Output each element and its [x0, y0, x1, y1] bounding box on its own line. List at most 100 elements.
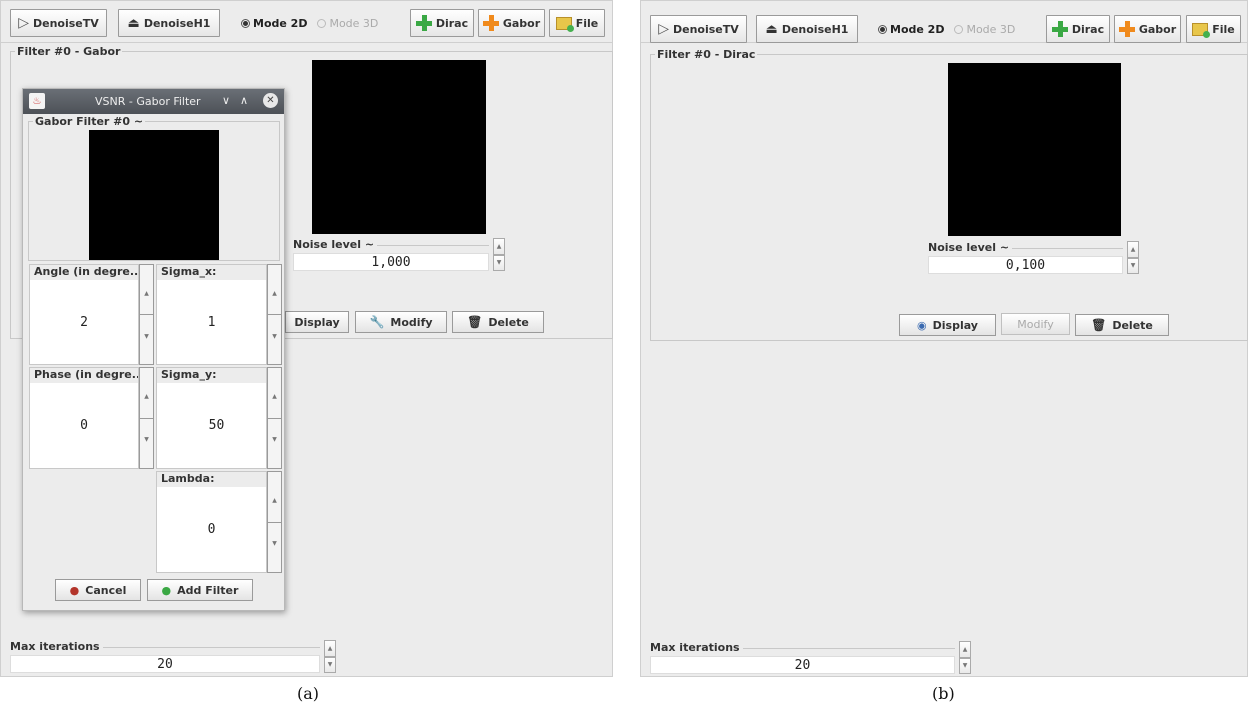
modify-label: Modify — [390, 315, 433, 329]
spin-up-icon[interactable]: ▲ — [959, 641, 971, 658]
noise-level-field[interactable]: 1,000 — [293, 253, 489, 271]
phase-spinner-buttons[interactable]: ▲ ▼ — [139, 367, 154, 469]
trash-icon: 🗑 — [467, 315, 483, 329]
denoise-tv-button[interactable]: ▷ DenoiseTV — [10, 9, 107, 37]
max-iterations-field[interactable]: 20 — [650, 656, 955, 674]
add-filter-button[interactable]: ● Add Filter — [147, 579, 253, 601]
toolbar: ▷ DenoiseTV ⏏ DenoiseH1 Mode 2D Mode 3D … — [1, 1, 612, 43]
mode-2d-radio[interactable]: Mode 2D — [878, 23, 944, 36]
java-icon: ♨ — [29, 93, 45, 109]
spin-up-icon[interactable]: ▲ — [493, 238, 505, 255]
angle-value[interactable]: 2 — [30, 280, 138, 364]
gabor-preview-title: Gabor Filter #0 ~ — [33, 115, 146, 128]
delete-button[interactable]: 🗑 Delete — [1075, 314, 1169, 336]
modify-button[interactable]: Modify — [1001, 313, 1070, 335]
folder-icon — [555, 16, 574, 32]
stamp-icon: ⏏ — [765, 21, 778, 37]
mode-3d-radio[interactable]: Mode 3D — [954, 23, 1015, 36]
spin-up-icon[interactable]: ▲ — [1127, 241, 1139, 258]
sigma-x-spinner-buttons[interactable]: ▲ ▼ — [267, 264, 282, 365]
mode-radio-group: Mode 2D Mode 3D — [241, 9, 378, 37]
noise-level-spinner[interactable]: Noise level ~ 1,000 ▲ ▼ — [293, 238, 509, 271]
modify-button[interactable]: 🔧 Modify — [355, 311, 447, 333]
lambda-value[interactable]: 0 — [157, 487, 266, 572]
mode-2d-radio[interactable]: Mode 2D — [241, 17, 307, 30]
max-iterations-field[interactable]: 20 — [10, 655, 320, 673]
play-icon: ▷ — [658, 21, 669, 37]
dirac-button[interactable]: Dirac — [1046, 15, 1110, 43]
sigma-y-spinner-buttons[interactable]: ▲ ▼ — [267, 367, 282, 469]
angle-spinner-buttons[interactable]: ▲ ▼ — [139, 264, 154, 365]
delete-label: Delete — [488, 315, 529, 329]
file-button[interactable]: File — [1186, 15, 1241, 43]
max-iterations-spinner[interactable]: Max iterations 20 ▲ ▼ — [10, 640, 340, 673]
sigma-x-label: Sigma_x: — [157, 265, 266, 280]
eye-icon: ◉ — [917, 318, 927, 332]
delete-label: Delete — [1112, 318, 1153, 332]
sigma-x-value[interactable]: 1 — [157, 280, 266, 364]
denoise-h1-button[interactable]: ⏏ DenoiseH1 — [118, 9, 220, 37]
denoise-h1-button[interactable]: ⏏ DenoiseH1 — [756, 15, 858, 43]
phase-field[interactable]: Phase (in degre... 0 — [29, 367, 139, 469]
phase-value[interactable]: 0 — [30, 383, 138, 468]
cancel-label: Cancel — [85, 583, 127, 597]
dirac-button[interactable]: Dirac — [410, 9, 474, 37]
noise-level-spinner[interactable]: Noise level ~ 0,100 ▲ ▼ — [928, 241, 1143, 274]
lambda-label: Lambda: — [157, 472, 266, 487]
noise-level-field[interactable]: 0,100 — [928, 256, 1123, 274]
delete-button[interactable]: 🗑 Delete — [452, 311, 544, 333]
sigma-y-field[interactable]: Sigma_y: 50 — [156, 367, 267, 469]
dialog-title: VSNR - Gabor Filter — [95, 95, 201, 108]
folder-icon — [1192, 22, 1211, 38]
phase-label: Phase (in degre... — [30, 368, 138, 383]
gabor-filter-dialog: ♨ VSNR - Gabor Filter ∨ ∧ ✕ Gabor Filter… — [22, 88, 285, 611]
caption-a: (a) — [297, 684, 320, 703]
panel-b: ▷ DenoiseTV ⏏ DenoiseH1 Mode 2D Mode 3D … — [640, 0, 1248, 677]
sigma-y-value[interactable]: 50 — [157, 383, 266, 468]
dialog-titlebar[interactable]: ♨ VSNR - Gabor Filter ∨ ∧ ✕ — [23, 89, 284, 114]
display-button[interactable]: ◉ Display — [899, 314, 996, 336]
angle-field[interactable]: Angle (in degre... 2 — [29, 264, 139, 365]
spin-up-icon[interactable]: ▲ — [324, 640, 336, 657]
orange-plus-icon — [1118, 21, 1135, 37]
spin-down-icon[interactable]: ▼ — [959, 657, 971, 674]
display-button[interactable]: Display — [285, 311, 349, 333]
play-icon: ▷ — [18, 15, 29, 31]
maximize-icon[interactable]: ∧ — [240, 94, 248, 107]
stamp-icon: ⏏ — [127, 15, 140, 31]
display-label: Display — [932, 318, 978, 332]
dirac-label: Dirac — [435, 16, 469, 30]
cancel-icon: ● — [69, 583, 80, 597]
file-button[interactable]: File — [549, 9, 605, 37]
mode-3d-radio[interactable]: Mode 3D — [317, 17, 378, 30]
lambda-spinner-buttons[interactable]: ▲ ▼ — [267, 471, 282, 573]
denoise-tv-button[interactable]: ▷ DenoiseTV — [650, 15, 747, 43]
spin-down-icon[interactable]: ▼ — [324, 656, 336, 673]
sigma-x-field[interactable]: Sigma_x: 1 — [156, 264, 267, 365]
gabor-button[interactable]: Gabor — [478, 9, 545, 37]
spin-down-icon[interactable]: ▼ — [1127, 257, 1139, 274]
gabor-label: Gabor — [1138, 22, 1177, 36]
dirac-label: Dirac — [1071, 22, 1105, 36]
filter-title: Filter #0 - Gabor — [15, 45, 123, 58]
wrench-icon: 🔧 — [369, 315, 385, 329]
minimize-icon[interactable]: ∨ — [222, 94, 230, 107]
noise-level-label: Noise level ~ — [928, 241, 1013, 254]
filter-preview-image — [948, 63, 1121, 236]
toolbar: ▷ DenoiseTV ⏏ DenoiseH1 Mode 2D Mode 3D … — [641, 1, 1247, 43]
denoise-h1-label: DenoiseH1 — [143, 16, 211, 30]
gabor-preview-image — [89, 130, 219, 260]
lambda-field[interactable]: Lambda: 0 — [156, 471, 267, 573]
green-plus-icon — [415, 15, 432, 31]
gabor-button[interactable]: Gabor — [1114, 15, 1181, 43]
denoise-tv-label: DenoiseTV — [673, 22, 739, 36]
mode-radio-group: Mode 2D Mode 3D — [878, 15, 1015, 43]
denoise-tv-label: DenoiseTV — [33, 16, 99, 30]
add-icon: ● — [161, 583, 172, 597]
trash-icon: 🗑 — [1091, 318, 1107, 332]
spin-down-icon[interactable]: ▼ — [493, 254, 505, 271]
close-icon[interactable]: ✕ — [263, 93, 278, 108]
cancel-button[interactable]: ● Cancel — [55, 579, 141, 601]
sigma-y-label: Sigma_y: — [157, 368, 266, 383]
max-iterations-spinner[interactable]: Max iterations 20 ▲ ▼ — [650, 641, 975, 674]
